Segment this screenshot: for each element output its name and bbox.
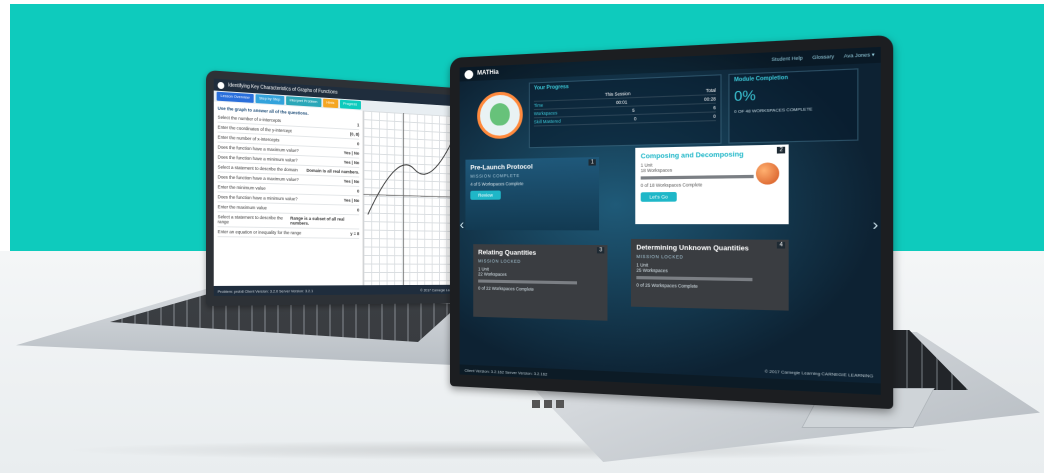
mission-card-3[interactable]: 3 Relating Quantities MISSION LOCKED 1 U… <box>473 244 608 321</box>
mission-card-2[interactable]: 2 Composing and Decomposing 1 Unit 18 Wo… <box>635 144 789 225</box>
your-progress-panel: Your Progress This Session Total Time 00… <box>528 74 722 149</box>
card-progress-text: 0 of 22 Workspaces Complete <box>478 285 534 292</box>
version-info: Client Version: 3.2.162 Server Version: … <box>464 367 548 377</box>
card-title: Pre-Launch Protocol <box>470 163 533 172</box>
carousel-next-icon[interactable]: › <box>872 215 878 233</box>
card-progress-text: 4 of 5 Workspaces Complete <box>470 181 524 187</box>
lets-go-button[interactable]: Let's Go <box>640 191 677 202</box>
left-laptop-screen: Identifying Key Characteristics of Graph… <box>213 78 462 296</box>
card-progress-bar <box>636 276 753 282</box>
tab-hints[interactable]: Hints <box>322 98 338 109</box>
user-menu[interactable]: Ava Jones ▾ <box>844 52 875 60</box>
card-title: Determining Unknown Quantities <box>636 244 749 253</box>
mathia-logo-icon <box>464 69 474 79</box>
right-app-footer: Client Version: 3.2.162 Server Version: … <box>459 364 881 395</box>
tab-progress[interactable]: Progress <box>339 99 361 110</box>
module-completion-panel: Module Completion 0% 0 OF 48 WORKSPACES … <box>728 68 859 144</box>
review-button[interactable]: Review <box>470 190 501 200</box>
card-number: 1 <box>588 159 596 166</box>
nav-student-help[interactable]: Student Help <box>771 55 802 63</box>
product-hero-image: Identifying Key Characteristics of Graph… <box>0 0 1044 473</box>
alien-avatar-icon[interactable] <box>477 91 523 140</box>
right-laptop-lid: MATHia Student Help Glossary Ava Jones ▾… <box>450 34 894 410</box>
carousel-prev-icon[interactable]: ‹ <box>460 216 465 232</box>
card-status: MISSION LOCKED <box>636 253 684 260</box>
completion-note: 0 OF 48 WORKSPACES COMPLETE <box>734 105 813 115</box>
card-number: 3 <box>597 247 605 254</box>
card-progress-bar <box>478 279 577 285</box>
card-number: 2 <box>777 146 786 154</box>
right-laptop-screen: MATHia Student Help Glossary Ava Jones ▾… <box>459 46 881 395</box>
mission-card-4[interactable]: 4 Determining Unknown Quantities MISSION… <box>630 238 789 311</box>
left-app-body: Use the graph to answer all of the quest… <box>214 101 462 285</box>
card-title: Relating Quantities <box>478 249 537 257</box>
copyright-text: © 2017 Carnegie Learning CARNEGIE LEARNI… <box>764 368 874 379</box>
company-logo: CARNEGIE LEARNING <box>821 370 874 379</box>
left-laptop-lid: Identifying Key Characteristics of Graph… <box>206 70 469 306</box>
top-nav: Student Help Glossary Ava Jones ▾ <box>771 52 874 64</box>
card-number: 4 <box>777 241 786 249</box>
card-workspaces: 22 Workspaces <box>478 271 507 277</box>
card-progress-bar <box>640 174 754 180</box>
left-app-footer: Problem: prob8 Client Version: 3.2.0 Ser… <box>213 284 462 296</box>
usb-ports <box>532 400 566 408</box>
completion-percent: 0% <box>734 87 756 105</box>
card-status: MISSION LOCKED <box>478 258 521 264</box>
mission-card-1[interactable]: 1 Pre-Launch Protocol MISSION COMPLETE 4… <box>465 157 600 231</box>
version-info: Problem: prob8 Client Version: 3.2.0 Ser… <box>217 287 314 294</box>
question-list: Use the graph to answer all of the quest… <box>214 101 363 285</box>
brand-name: MATHia <box>477 69 499 77</box>
right-laptop: MATHia Student Help Glossary Ava Jones ▾… <box>440 0 1044 473</box>
mission-carousel: ‹ › 1 Pre-Launch Protocol MISSION COMPLE… <box>460 142 881 335</box>
card-workspaces: 25 Workspaces <box>636 267 668 274</box>
nav-glossary[interactable]: Glossary <box>812 54 834 62</box>
completion-heading: Module Completion <box>734 74 788 84</box>
tab-step-by-step[interactable]: Step by Step <box>255 94 284 105</box>
planet-icon <box>755 162 780 185</box>
question-row[interactable]: Enter an equation or inequality for the … <box>217 227 360 239</box>
card-progress-text: 0 of 25 Workspaces Complete <box>636 282 698 289</box>
mathia-logo-icon <box>217 81 225 89</box>
card-status: MISSION COMPLETE <box>470 172 520 179</box>
card-title: Composing and Decomposing <box>640 150 744 161</box>
